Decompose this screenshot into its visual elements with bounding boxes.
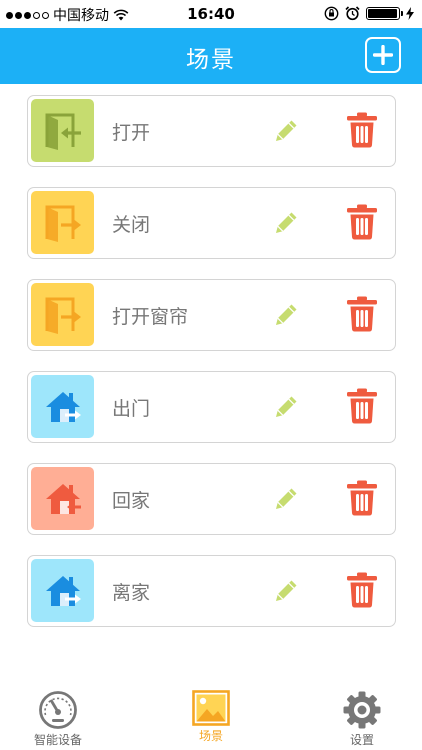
add-scene-button[interactable] [365,37,401,73]
scene-name: 出门 [112,398,151,420]
edit-icon[interactable] [271,116,301,146]
gear-icon [343,691,381,729]
alarm-icon [345,6,360,21]
status-bar: 中国移动 16:40 [0,0,422,28]
tab-label: 设置 [349,733,374,747]
picture-icon [192,690,230,726]
house-exit-icon [46,392,81,422]
scene-icon [31,191,94,254]
delete-icon[interactable] [346,572,378,608]
scene-row[interactable]: 回家 [27,463,396,535]
edit-icon[interactable] [271,300,301,330]
delete-icon[interactable] [346,296,378,332]
status-right [324,6,414,21]
edit-icon[interactable] [271,576,301,606]
edit-icon[interactable] [271,392,301,422]
scene-row[interactable]: 关闭 [27,187,396,259]
delete-icon[interactable] [346,112,378,148]
scene-name: 打开 [112,122,151,144]
tab-scenes[interactable]: 场景 [171,690,251,744]
house-exit-icon [46,576,81,606]
charging-icon [406,7,414,20]
edit-icon[interactable] [271,208,301,238]
delete-icon[interactable] [346,388,378,424]
tab-settings[interactable]: 设置 [322,690,402,748]
tab-label: 智能设备 [33,733,82,747]
scene-icon [31,99,94,162]
scene-name: 回家 [112,490,151,512]
scene-name: 关闭 [112,214,151,236]
orientation-lock-icon [324,6,339,21]
delete-icon[interactable] [346,480,378,516]
tab-bar: 智能设备 场景 设置 [0,686,422,750]
scene-name: 打开窗帘 [112,306,189,328]
enter-door-icon [45,113,81,150]
scene-icon [31,375,94,438]
scene-name: 离家 [112,582,151,604]
scene-row[interactable]: 打开 [27,95,396,167]
exit-door-icon [45,297,81,334]
scene-list: 打开 关闭 打开窗帘 出门 回家 离家 [27,95,396,647]
house-enter-icon [46,484,81,514]
gauge-icon [39,691,77,729]
scene-icon [31,283,94,346]
page-title: 场景 [186,47,236,73]
plus-icon [373,45,393,65]
scene-row[interactable]: 离家 [27,555,396,627]
battery-icon [366,7,403,20]
exit-door-icon [45,205,81,242]
scene-row[interactable]: 出门 [27,371,396,443]
scene-row[interactable]: 打开窗帘 [27,279,396,351]
scene-icon [31,467,94,530]
header: 场景 [0,28,422,84]
delete-icon[interactable] [346,204,378,240]
edit-icon[interactable] [271,484,301,514]
tab-label: 场景 [198,729,223,743]
tab-smart-devices[interactable]: 智能设备 [18,690,98,748]
scene-icon [31,559,94,622]
